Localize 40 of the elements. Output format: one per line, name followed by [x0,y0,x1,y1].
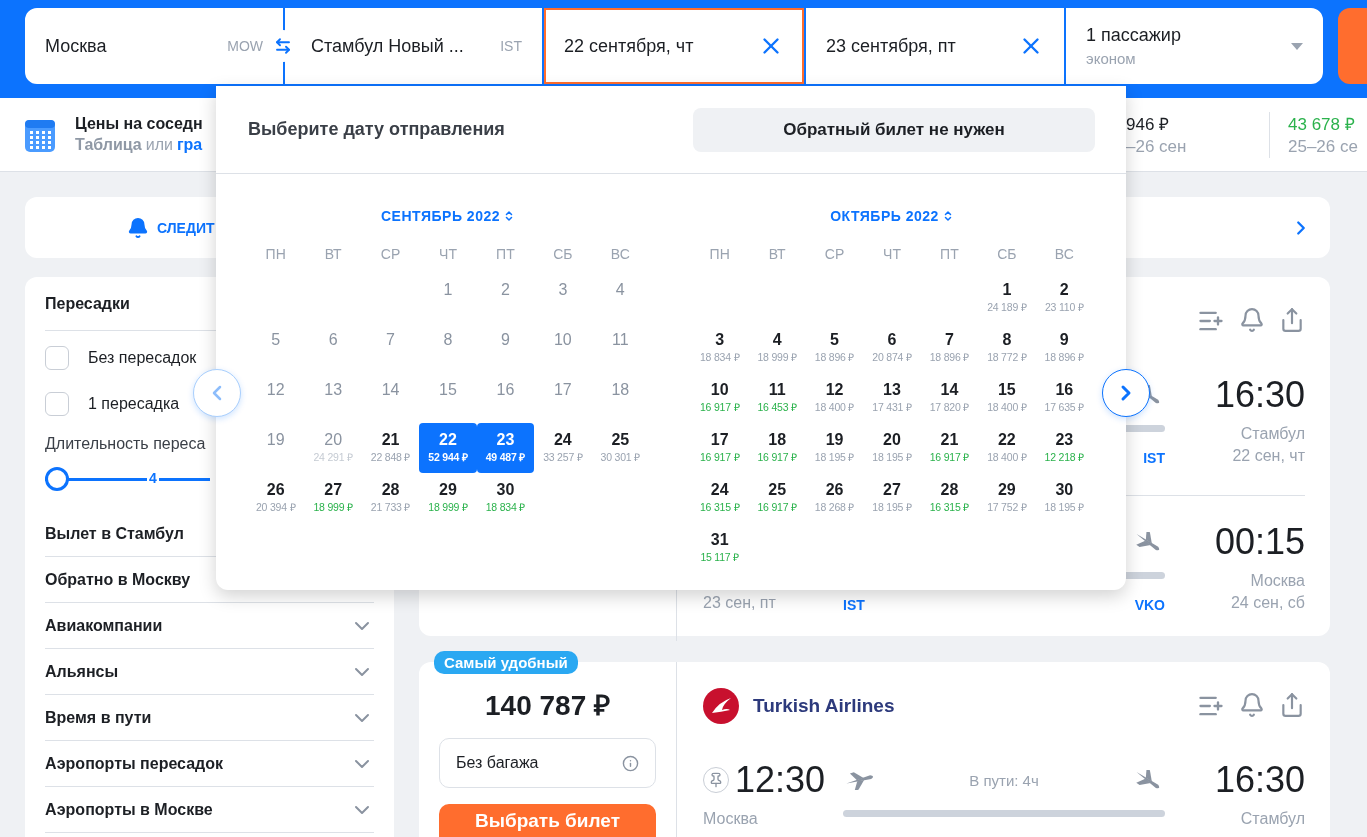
popup-title: Выберите дату отправления [248,119,505,140]
weekday-label: СР [823,245,846,264]
nearby-dates: –26 сен [1126,137,1188,157]
departure-city: Москва [703,809,758,829]
weekday-label: СР [379,245,402,264]
weekday-label: ПН [708,245,731,264]
arrival-time: 16:30 [1214,375,1305,415]
weekday-label: ПТ [495,245,516,264]
airline-name: Turkish Airlines [753,695,895,717]
departure-date: 23 сен, пт [703,593,776,613]
slider-value: 4 [147,470,159,486]
weekday-label: ПТ [939,245,960,264]
flight-duration: В пути: 4ч [969,771,1039,789]
airport-code: VKO [1134,597,1165,613]
filter-title: Пересадки [45,295,130,312]
strip-title: Цены на соседн [75,115,203,133]
weekday-label: ПН [264,245,287,264]
separator-text: или [145,136,173,154]
nearby-dates: 25–26 се [1288,137,1359,157]
weekday-label: ЧТ [438,245,458,264]
departure-time: 12:30 [735,760,826,800]
arrival-time: 16:30 [1214,760,1305,800]
arrival-city: Стамбул [1240,809,1305,829]
arrival-date: 22 сен, чт [1232,446,1305,466]
ticket-badge: Самый удобный [434,651,578,674]
ticket-price: 140 787 ₽ [485,690,610,722]
weekday-label: ВТ [323,245,343,264]
arrival-city: Москва [1250,571,1305,591]
weekday-label: СБ [552,245,574,264]
weekday-label: ЧТ [882,245,902,264]
airport-code: IST [1143,450,1165,466]
weekday-label: ВТ [767,245,787,264]
arrival-date: 24 сен, сб [1230,593,1305,613]
arrival-city: Стамбул [1240,424,1305,444]
arrival-time: 00:15 [1214,522,1305,562]
weekday-label: ВС [609,245,631,264]
airport-code: IST [843,597,865,613]
weekday-label: СБ [996,245,1018,264]
duration-label: Длительность переса [45,435,206,453]
weekday-label: ВС [1053,245,1075,264]
